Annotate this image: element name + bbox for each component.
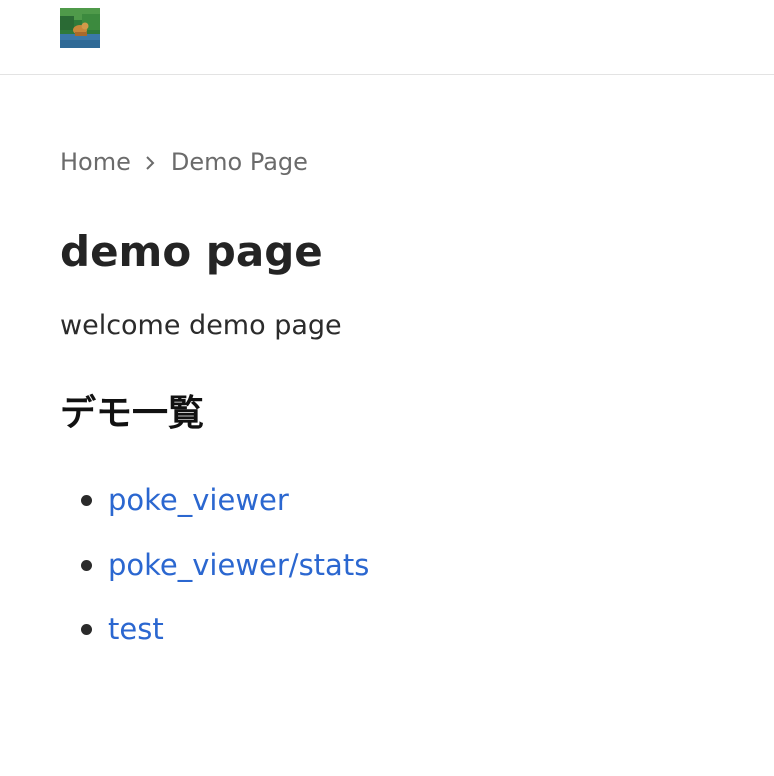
- demo-link-poke-viewer[interactable]: poke_viewer: [108, 483, 289, 517]
- breadcrumb-current: Demo Page: [170, 148, 308, 176]
- page-title: demo page: [60, 227, 323, 276]
- list-item: test: [60, 605, 369, 670]
- bullet-icon: [81, 624, 92, 635]
- demo-list-heading: デモ一覧: [60, 393, 205, 434]
- demo-list: poke_viewer poke_viewer/stats test: [60, 476, 369, 670]
- chevron-right-icon: [131, 146, 171, 178]
- site-logo-icon: [60, 8, 100, 48]
- list-item: poke_viewer/stats: [60, 541, 369, 606]
- top-bar: [0, 0, 774, 75]
- demo-link-test[interactable]: test: [108, 612, 164, 646]
- page-intro: welcome demo page: [60, 310, 342, 341]
- list-item: poke_viewer: [60, 476, 369, 541]
- demo-link-poke-viewer-stats[interactable]: poke_viewer/stats: [108, 548, 369, 582]
- bullet-icon: [81, 559, 92, 571]
- breadcrumb-home-link[interactable]: Home: [60, 146, 131, 178]
- breadcrumb: Home Demo Page: [60, 146, 308, 178]
- bullet-icon: [81, 495, 92, 506]
